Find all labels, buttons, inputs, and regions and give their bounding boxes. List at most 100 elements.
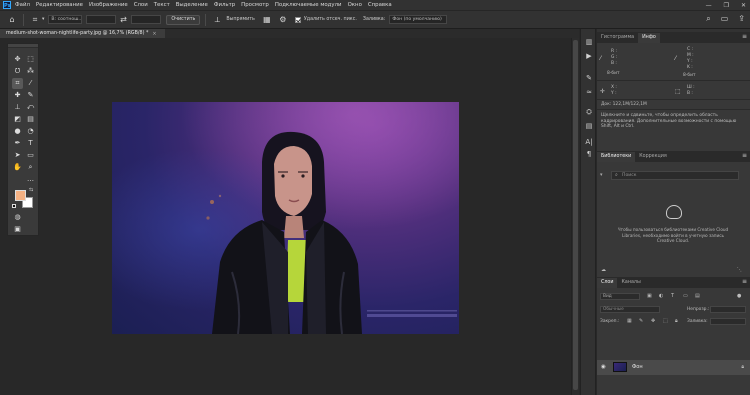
delete-cropped-checkbox[interactable] [294, 16, 301, 23]
toolbar-grip[interactable] [8, 44, 38, 48]
clone-stamp-tool-icon[interactable]: ⊥ [12, 102, 23, 113]
search-icon[interactable]: ⌕ [706, 14, 710, 24]
opacity-field[interactable] [710, 306, 746, 313]
lock-pixels-icon[interactable]: ▦ [627, 318, 632, 324]
tab-layers[interactable]: Слои [597, 278, 618, 288]
swap-dimensions-icon[interactable]: ⇄ [119, 14, 127, 26]
history-brush-tool-icon[interactable]: ⤺ [25, 102, 36, 113]
layer-filter-select[interactable]: Вид [600, 293, 640, 300]
path-select-tool-icon[interactable]: ➤ [12, 150, 23, 161]
layer-name[interactable]: Фон [632, 364, 643, 370]
foreground-color-swatch[interactable] [15, 190, 26, 201]
close-tab-icon[interactable]: × [152, 31, 156, 37]
brushes-panel-icon[interactable]: ≈ [584, 87, 594, 97]
workspace-icon[interactable]: ▭ [721, 14, 729, 24]
panel-menu-icon[interactable]: ≡ [742, 152, 747, 159]
maximize-button[interactable]: ❐ [724, 2, 729, 9]
crop-tool-preset-icon[interactable]: ⌗ [29, 14, 41, 26]
paragraph-panel-icon[interactable]: ¶ [584, 149, 594, 159]
layer-lock-icon[interactable]: 🔒︎ [741, 364, 744, 370]
tab-adjustments[interactable]: Коррекция [635, 152, 671, 162]
history-panel-icon[interactable]: ▥ [584, 37, 594, 47]
menu-select[interactable]: Выделение [176, 2, 208, 8]
clear-button[interactable]: Очистить [166, 14, 201, 25]
menu-filter[interactable]: Фильтр [214, 2, 235, 8]
lock-paint-icon[interactable]: ✎ [639, 318, 643, 324]
menu-view[interactable]: Просмотр [241, 2, 269, 8]
document-tab[interactable]: medium-shot-woman-nightlife-party.jpg @ … [0, 29, 165, 38]
menu-edit[interactable]: Редактирование [36, 2, 83, 8]
straighten-label[interactable]: Выпрямить [226, 17, 255, 22]
filter-type-icon[interactable]: T [671, 293, 674, 299]
character-panel-icon[interactable]: A| [584, 137, 594, 147]
swatches-panel-icon[interactable]: ▤ [584, 121, 594, 131]
lock-all-icon[interactable]: 🔒︎ [675, 318, 678, 324]
straighten-icon[interactable]: ⟂ [211, 14, 223, 26]
eraser-tool-icon[interactable]: ◩ [12, 114, 23, 125]
quick-mask-icon[interactable]: ◍ [12, 212, 23, 223]
quick-select-tool-icon[interactable]: ⁂ [25, 66, 36, 77]
height-field[interactable] [131, 15, 162, 24]
canvas-scrollbar[interactable] [571, 38, 579, 395]
lock-position-icon[interactable]: ✥ [651, 318, 655, 324]
move-tool-icon[interactable]: ✥ [12, 54, 23, 65]
lock-artboard-icon[interactable]: ⬚ [663, 318, 668, 324]
layer-row-background[interactable]: ◉ Фон 🔒︎ [597, 360, 750, 375]
hand-tool-icon[interactable]: ✋ [12, 162, 23, 173]
dodge-tool-icon[interactable]: ◔ [25, 126, 36, 137]
chevron-down-icon[interactable]: ▾ [42, 17, 44, 22]
filter-pixel-icon[interactable]: ▣ [647, 293, 652, 299]
type-tool-icon[interactable]: T [25, 138, 36, 149]
resize-grip-icon[interactable]: ⋱ [737, 267, 742, 273]
more-tools-icon[interactable]: … [25, 174, 36, 185]
blur-tool-icon[interactable]: ● [12, 126, 23, 137]
tab-histogram[interactable]: Гистограмма [597, 33, 638, 43]
menu-image[interactable]: Изображение [89, 2, 128, 8]
brush-settings-panel-icon[interactable]: ✎ [584, 73, 594, 83]
swap-colors-icon[interactable]: ⇆ [29, 187, 33, 193]
share-icon[interactable]: ⇪ [738, 14, 745, 24]
tab-libraries[interactable]: Библиотеки [597, 152, 636, 162]
menu-help[interactable]: Справка [368, 2, 392, 8]
brush-tool-icon[interactable]: ✎ [25, 90, 36, 101]
document-image[interactable] [112, 102, 459, 334]
tab-info[interactable]: Инфо [638, 33, 660, 43]
default-colors-icon[interactable] [12, 204, 16, 208]
ratio-select[interactable]: В: соотнош... [48, 15, 83, 24]
lasso-tool-icon[interactable]: ᘮ [12, 66, 23, 77]
overlay-grid-icon[interactable]: ▦ [261, 14, 273, 26]
pen-tool-icon[interactable]: ✒ [12, 138, 23, 149]
library-cloud-icon[interactable]: ☁ [601, 267, 606, 273]
filter-smart-object-icon[interactable]: ▤ [695, 293, 700, 299]
filter-adjustment-icon[interactable]: ◐ [659, 293, 663, 299]
chevron-down-icon[interactable]: ▾ [600, 172, 603, 178]
menu-layers[interactable]: Слои [134, 2, 148, 8]
properties-panel-icon[interactable]: ⛭ [584, 107, 594, 117]
library-search-input[interactable]: ⌕ Поиск [611, 171, 739, 180]
zoom-tool-icon[interactable]: ⌕ [25, 162, 36, 173]
app-logo[interactable]: Ps [3, 1, 11, 9]
settings-gear-icon[interactable]: ⚙ [277, 14, 289, 26]
actions-panel-icon[interactable]: ▶ [584, 51, 594, 61]
screen-mode-icon[interactable]: ▣ [12, 224, 23, 235]
filter-toggle-icon[interactable]: ● [737, 293, 741, 299]
home-icon[interactable]: ⌂ [6, 14, 18, 26]
marquee-tool-icon[interactable]: ⬚ [25, 54, 36, 65]
close-window-button[interactable]: ✕ [741, 2, 746, 9]
panel-menu-icon[interactable]: ≡ [742, 33, 747, 40]
menu-plugins[interactable]: Подключаемые модули [275, 2, 342, 8]
scrollbar-thumb[interactable] [573, 40, 578, 390]
layer-visibility-eye-icon[interactable]: ◉ [601, 364, 606, 370]
tab-channels[interactable]: Каналы [617, 278, 644, 288]
width-field[interactable] [86, 15, 117, 24]
minimize-button[interactable]: — [706, 2, 712, 9]
fill-select[interactable]: Фон (по умолчанию) [389, 15, 448, 24]
healing-brush-tool-icon[interactable]: ✚ [12, 90, 23, 101]
menu-type[interactable]: Текст [154, 2, 170, 8]
menu-window[interactable]: Окно [348, 2, 362, 8]
panel-menu-icon[interactable]: ≡ [742, 278, 747, 285]
menu-file[interactable]: Файл [15, 2, 30, 8]
shape-tool-icon[interactable]: ▭ [25, 150, 36, 161]
fill-field[interactable] [710, 318, 746, 325]
crop-tool-icon[interactable]: ⌗ [12, 78, 23, 89]
